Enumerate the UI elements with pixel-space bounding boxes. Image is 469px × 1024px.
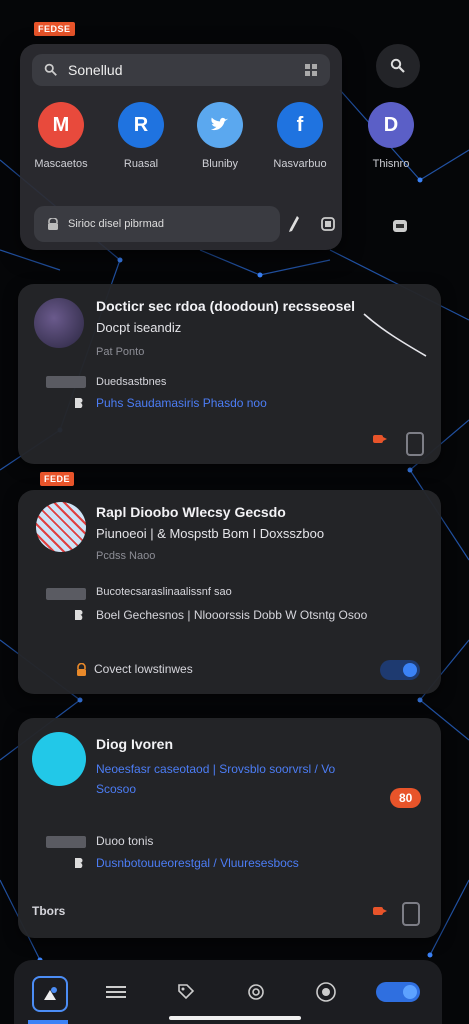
card-footer: Covect lowstinwes <box>94 662 193 676</box>
app-icon: M <box>38 102 84 148</box>
tab-tags[interactable] <box>170 976 202 1008</box>
copy-icon[interactable] <box>316 212 340 236</box>
message-title: Rapl Dioobo Wlecsy Gecsdo <box>96 504 286 520</box>
search-icon <box>390 58 405 73</box>
tab-settings[interactable] <box>310 976 342 1008</box>
search-label: Sonellud <box>68 62 123 78</box>
tag-icon <box>178 984 195 1000</box>
reply-icon[interactable] <box>370 432 390 446</box>
quote-icon <box>46 836 86 848</box>
more-icon[interactable] <box>388 214 412 238</box>
tab-home[interactable] <box>32 976 68 1012</box>
share-target-label: Thisnro <box>372 158 410 170</box>
quote-link[interactable]: Dusnbotouueorestgal / Vluuresesbocs <box>96 856 299 870</box>
swipe-line-icon <box>363 313 427 357</box>
message-meta: Pcdss Naoo <box>96 550 156 562</box>
share-target-ruasal[interactable]: R Ruasal <box>106 102 176 170</box>
share-target-mascaetos[interactable]: M Mascaetos <box>26 102 96 170</box>
message-body: Boel Gechesnos | Nlooorssis Dobb W Otsnt… <box>96 608 368 622</box>
message-title: Docticr sec rdoa (doodoun) recsseosel <box>96 298 356 314</box>
tab-list[interactable] <box>100 976 132 1008</box>
bottom-tab-bar <box>14 960 442 1024</box>
quote-icon <box>46 376 86 388</box>
bird-icon <box>197 102 243 148</box>
app-icon: R <box>118 102 164 148</box>
grid-icon[interactable] <box>304 63 318 77</box>
copy-link-field[interactable]: Sirioc disel pibrmad <box>34 206 280 242</box>
share-target-label: Ruasal <box>123 158 159 170</box>
avatar <box>36 502 86 552</box>
message-card[interactable]: Rapl Dioobo Wlecsy Gecsdo Piunoeoi | & M… <box>18 490 441 694</box>
share-sheet: Sonellud M Mascaetos R Ruasal Bluniby f … <box>20 44 342 250</box>
card-footer: Tbors <box>32 904 66 918</box>
card-tag: FEDE <box>40 472 75 486</box>
message-subtitle: Piunoeoi | & Mospstb Bom I Doxsszboo <box>96 526 325 541</box>
share-target-thisnro[interactable]: D Thisnro <box>356 102 426 170</box>
app-icon: f <box>277 102 323 148</box>
quote-label: Bucotecsaraslinaalissnf sao <box>96 586 232 598</box>
message-link[interactable]: Puhs Saudamasiris Phasdo noo <box>96 396 267 410</box>
home-icon <box>44 987 57 1000</box>
search-icon <box>44 63 57 76</box>
message-card[interactable]: Docticr sec rdoa (doodoun) recsseosel Do… <box>18 284 441 464</box>
active-tab-indicator <box>28 1020 68 1024</box>
quote-label: Duoo tonis <box>96 834 154 848</box>
bold-icon <box>72 608 86 622</box>
bold-icon <box>72 856 86 870</box>
quote-icon <box>46 588 86 600</box>
share-target-label: Bluniby <box>201 158 239 170</box>
share-target-nasvarbuo[interactable]: f Nasvarbuo <box>265 102 335 170</box>
link-text: Sirioc disel pibrmad <box>68 218 164 230</box>
list-icon <box>106 986 126 998</box>
tab-toggle-switch[interactable] <box>376 982 420 1002</box>
mark-read-icon[interactable] <box>402 902 420 926</box>
at-icon <box>248 984 264 1000</box>
message-title: Diog Ivoren <box>96 736 174 752</box>
home-indicator <box>169 1016 301 1020</box>
settings-icon <box>316 982 336 1002</box>
message-link-secondary[interactable]: Scosoo <box>96 782 136 796</box>
avatar <box>32 732 86 786</box>
share-target-bluniby[interactable]: Bluniby <box>185 102 255 170</box>
tab-mentions[interactable] <box>240 976 272 1008</box>
count-badge: 80 <box>390 788 422 808</box>
message-meta: Pat Ponto <box>96 346 145 358</box>
message-link[interactable]: Neoesfasr caseotaod | Srovsblo soorvrsl … <box>96 762 335 776</box>
app-icon: D <box>368 102 414 148</box>
avatar <box>34 298 84 348</box>
share-target-label: Mascaetos <box>34 158 88 170</box>
status-tag: FEDSE <box>34 22 75 36</box>
search-button[interactable] <box>376 44 420 88</box>
pen-icon[interactable] <box>284 212 304 236</box>
message-card[interactable]: Diog Ivoren Neoesfasr caseotaod | Srovsb… <box>18 718 441 938</box>
mark-read-icon[interactable] <box>406 432 424 456</box>
share-search-field[interactable]: Sonellud <box>32 54 330 86</box>
share-target-label: Nasvarbuo <box>273 158 327 170</box>
message-subtitle: Docpt iseandiz <box>96 320 182 335</box>
lock-icon <box>74 662 88 676</box>
lock-icon <box>48 218 58 230</box>
reply-icon[interactable] <box>370 904 390 918</box>
toggle-switch[interactable] <box>380 660 420 680</box>
bold-icon <box>72 396 86 410</box>
quote-label: Duedsastbnes <box>96 376 167 388</box>
